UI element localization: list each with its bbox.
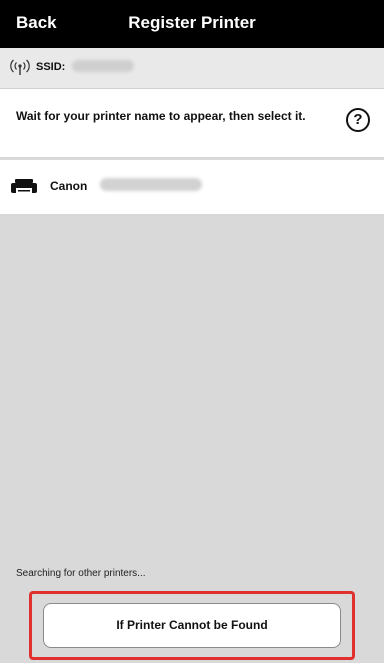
navigation-header: Back Register Printer	[0, 0, 384, 48]
redacted-ssid	[72, 60, 134, 72]
searching-status: Searching for other printers...	[16, 568, 146, 579]
printer-list-item[interactable]: Canon	[0, 160, 384, 215]
wifi-icon	[10, 59, 30, 75]
ssid-bar: SSID:	[0, 48, 384, 89]
printer-cannot-be-found-button[interactable]: If Printer Cannot be Found	[43, 603, 341, 648]
highlight-frame: If Printer Cannot be Found	[29, 591, 355, 660]
page-title: Register Printer	[128, 13, 256, 32]
instruction-text: Wait for your printer name to appear, th…	[16, 109, 306, 123]
help-icon[interactable]: ?	[346, 108, 370, 132]
instruction-panel: Wait for your printer name to appear, th…	[0, 89, 384, 158]
printer-name: Canon	[50, 179, 88, 193]
ssid-label: SSID:	[36, 61, 66, 73]
redacted-printer-model	[100, 178, 202, 191]
printer-icon	[11, 179, 37, 193]
